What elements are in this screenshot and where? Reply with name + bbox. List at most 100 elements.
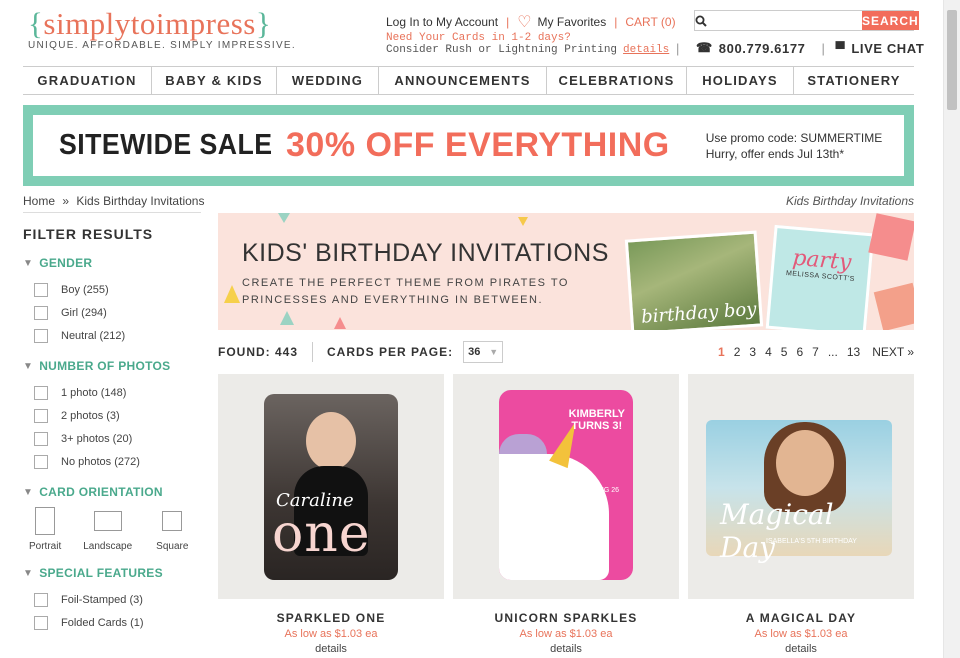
product-image[interactable]: Magical Day ISABELLA'S 5TH BIRTHDAY <box>688 374 914 599</box>
product-grid: Caraline one SPARKLED ONE As low as $1.0… <box>218 374 914 655</box>
main-nav: GRADUATION BABY & KIDS WEDDING ANNOUNCEM… <box>23 66 914 95</box>
confetti-decoration <box>278 213 290 223</box>
orientation-portrait[interactable]: Portrait <box>29 505 61 552</box>
nav-stationery[interactable]: STATIONERY <box>794 67 914 94</box>
live-chat-link[interactable]: LIVE CHAT <box>851 41 924 56</box>
card-art-unicorn: KIMBERLY TURNS 3! SATURDAY AUG 26 1-3 PM <box>499 390 633 580</box>
filter-option[interactable]: No photos (272) <box>23 450 201 473</box>
filter-heading-orientation[interactable]: ▼ CARD ORIENTATION <box>23 485 201 499</box>
filter-option[interactable]: Folded Cards (1) <box>23 611 201 634</box>
card-art-details: ISABELLA'S 5TH BIRTHDAY <box>766 538 857 545</box>
divider <box>23 212 201 213</box>
heart-icon[interactable]: ♡ <box>517 12 531 32</box>
page-link[interactable]: 13 <box>847 345 860 359</box>
rush-details-link[interactable]: details <box>623 44 669 56</box>
orientation-square[interactable]: Square <box>156 505 188 552</box>
product-name[interactable]: UNICORN SPARKLES <box>453 611 679 625</box>
checkbox[interactable] <box>34 328 48 343</box>
filter-option[interactable]: Neutral (212) <box>23 324 201 347</box>
checkbox[interactable] <box>34 282 48 297</box>
chevron-down-icon: ▼ <box>489 347 499 357</box>
confetti-decoration <box>280 311 294 325</box>
nav-graduation[interactable]: GRADUATION <box>23 67 152 94</box>
filter-option[interactable]: 1 photo (148) <box>23 381 201 404</box>
brand-logo[interactable]: {simplytoimpress} UNIQUE. AFFORDABLE. SI… <box>28 6 296 51</box>
product-details-link[interactable]: details <box>218 643 444 655</box>
unicorn-head <box>499 454 609 580</box>
product-image[interactable]: Caraline one <box>218 374 444 599</box>
product-price: As low as $1.03 ea <box>519 628 613 640</box>
filter-group-gender: Boy (255) Girl (294) Neutral (212) <box>23 278 201 347</box>
nav-holidays[interactable]: HOLIDAYS <box>687 67 794 94</box>
page-scrollbar[interactable] <box>943 0 960 658</box>
page-link[interactable]: 4 <box>765 345 772 359</box>
sale-banner[interactable]: SITEWIDE SALE 30% OFF EVERYTHING Use pro… <box>23 105 914 186</box>
confetti-decoration <box>518 217 528 226</box>
favorites-link[interactable]: My Favorites <box>538 15 607 29</box>
product-name[interactable]: A MAGICAL DAY <box>688 611 914 625</box>
search-button[interactable]: SEARCH <box>862 11 919 30</box>
nav-wedding[interactable]: WEDDING <box>277 67 379 94</box>
page-link-current[interactable]: 1 <box>718 345 725 359</box>
checkbox[interactable] <box>34 615 48 630</box>
page-link[interactable]: 6 <box>796 345 803 359</box>
search-input[interactable] <box>707 11 862 30</box>
login-link[interactable]: Log In to My Account <box>386 15 498 29</box>
product-details-link[interactable]: details <box>688 643 914 655</box>
scrollbar-thumb[interactable] <box>947 10 957 110</box>
checkbox[interactable] <box>34 408 48 423</box>
filter-group-photos: 1 photo (148) 2 photos (3) 3+ photos (20… <box>23 381 201 473</box>
phone-number[interactable]: 800.779.6177 <box>719 41 806 56</box>
triangle-down-icon: ▼ <box>23 257 34 269</box>
checkbox[interactable] <box>34 454 48 469</box>
product-details-link[interactable]: details <box>453 643 679 655</box>
page-link[interactable]: 2 <box>734 345 741 359</box>
filter-option[interactable]: 3+ photos (20) <box>23 427 201 450</box>
nav-celebrations[interactable]: CELEBRATIONS <box>547 67 687 94</box>
per-page-select[interactable]: 36 ▼ <box>463 341 504 363</box>
breadcrumb-sep: » <box>62 194 70 208</box>
nav-announcements[interactable]: ANNOUNCEMENTS <box>379 67 547 94</box>
filter-sidebar: FILTER RESULTS ▼ GENDER Boy (255) Girl (2… <box>23 226 201 634</box>
product-card[interactable]: Caraline one SPARKLED ONE As low as $1.0… <box>218 374 444 655</box>
checkbox[interactable] <box>34 592 48 607</box>
sale-promo: Use promo code: SUMMERTIME Hurry, offer … <box>706 130 883 162</box>
confetti-decoration <box>334 317 346 329</box>
filter-option[interactable]: Foil-Stamped (3) <box>23 588 201 611</box>
cart-link[interactable]: CART (0) <box>625 15 675 29</box>
nav-baby-kids[interactable]: BABY & KIDS <box>152 67 277 94</box>
checkbox[interactable] <box>34 385 48 400</box>
card-art-sparkled-one: Caraline one <box>264 394 398 580</box>
results-bar: FOUND: 443 CARDS PER PAGE: 36 ▼ 1 2 3 4 5… <box>218 340 914 364</box>
logo-tagline: UNIQUE. AFFORDABLE. SIMPLY IMPRESSIVE. <box>28 40 296 51</box>
page-link[interactable]: 5 <box>781 345 788 359</box>
checkbox[interactable] <box>34 431 48 446</box>
breadcrumb-current: Kids Birthday Invitations <box>76 194 205 208</box>
filter-heading-gender[interactable]: ▼ GENDER <box>23 256 201 270</box>
landscape-shape-icon <box>93 511 122 531</box>
breadcrumb-home[interactable]: Home <box>23 194 55 208</box>
page-link[interactable]: 3 <box>749 345 756 359</box>
filter-option[interactable]: 2 photos (3) <box>23 404 201 427</box>
contact-bar: | ☎ 800.779.6177 | ▀ LIVE CHAT <box>676 40 924 56</box>
product-card[interactable]: KIMBERLY TURNS 3! SATURDAY AUG 26 1-3 PM U… <box>453 374 679 655</box>
filter-heading-photos[interactable]: ▼ NUMBER OF PHOTOS <box>23 359 201 373</box>
filter-heading-features[interactable]: ▼ SPECIAL FEATURES <box>23 566 201 580</box>
card-art-headline: one <box>272 504 371 564</box>
sale-banner-inner: SITEWIDE SALE 30% OFF EVERYTHING Use pro… <box>33 115 904 176</box>
hero-photo-caption: birthday boy <box>640 298 758 328</box>
page-title: Kids Birthday Invitations <box>785 194 914 208</box>
divider: | <box>821 40 826 56</box>
product-name[interactable]: SPARKLED ONE <box>218 611 444 625</box>
card-art-script: Magical Day <box>720 498 834 564</box>
product-image[interactable]: KIMBERLY TURNS 3! SATURDAY AUG 26 1-3 PM <box>453 374 679 599</box>
filter-option[interactable]: Boy (255) <box>23 278 201 301</box>
next-page-link[interactable]: NEXT » <box>872 345 914 359</box>
checkbox[interactable] <box>34 305 48 320</box>
divider: | <box>506 15 510 29</box>
page-link[interactable]: 7 <box>812 345 819 359</box>
orientation-landscape[interactable]: Landscape <box>83 505 132 552</box>
filter-option[interactable]: Girl (294) <box>23 301 201 324</box>
product-card[interactable]: Magical Day ISABELLA'S 5TH BIRTHDAY A MA… <box>688 374 914 655</box>
triangle-down-icon: ▼ <box>23 360 34 372</box>
